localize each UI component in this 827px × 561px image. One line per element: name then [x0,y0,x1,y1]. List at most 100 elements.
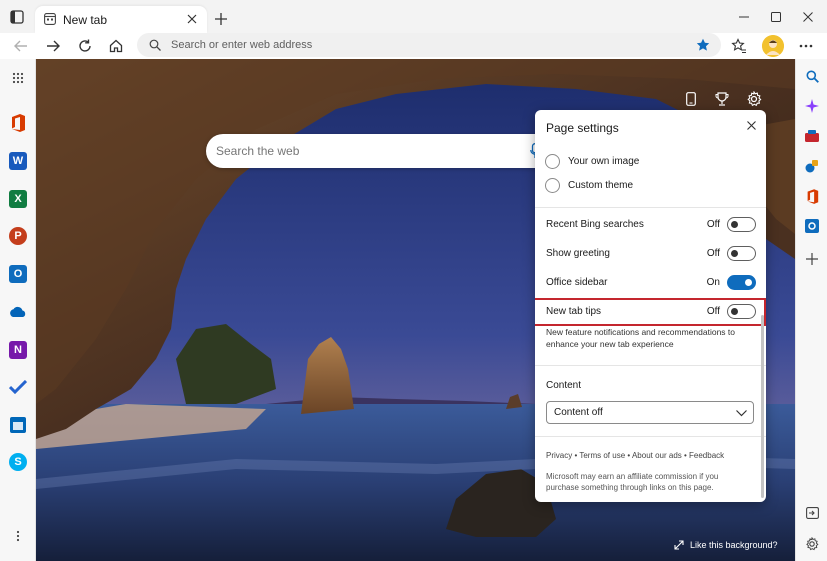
refresh-button[interactable] [73,34,97,58]
radio-your-own-image[interactable]: Your own image [545,154,639,169]
rewards-trophy-icon[interactable] [712,89,732,109]
like-background-link[interactable]: Like this background? [674,540,778,550]
toggle-label: Office sidebar [546,277,608,288]
outlook-tile: O [9,265,27,283]
toolbar [0,33,827,59]
toggle-row-show-greeting: Show greeting Off [546,245,756,263]
more-apps-icon[interactable] [7,525,29,547]
favorite-star-icon[interactable] [695,37,711,53]
web-search-box[interactable] [206,134,552,168]
app-launcher-icon[interactable] [7,67,29,89]
maximize-button[interactable] [762,6,790,28]
office-icon[interactable] [802,186,822,206]
office-sidebar-toggle[interactable] [727,275,756,290]
panel-scroll-area: Your own image Custom theme Recent Bing … [535,140,766,502]
outlook-icon[interactable] [802,216,822,236]
content-heading: Content [546,380,582,391]
tips-description: New feature notifications and recommenda… [546,327,735,349]
close-window-button[interactable] [794,6,822,28]
forward-button[interactable] [41,34,65,58]
tools-icon[interactable] [802,156,822,176]
toggle-label: Show greeting [546,248,610,259]
expand-icon [674,540,684,550]
radio-button[interactable] [545,154,560,169]
content-dropdown-value: Content off [554,407,603,418]
footer-links: Privacy • Terms of use • About our ads •… [546,451,725,460]
skype-app-icon[interactable]: S [7,451,29,473]
favorites-button[interactable] [727,34,751,58]
store-app-icon[interactable] [7,414,29,436]
web-search-input[interactable] [216,140,516,162]
radio-button[interactable] [545,178,560,193]
search-icon [148,38,162,52]
panel-scrollbar[interactable] [761,315,764,498]
show-greeting-toggle[interactable] [727,246,756,261]
toggle-label: Recent Bing searches [546,219,644,230]
new-tab-page-icon [43,12,57,26]
office-sidebar: W X P O N S [0,59,36,561]
address-bar[interactable] [137,33,721,57]
minimize-button[interactable] [730,6,758,28]
skype-tile: S [9,453,27,471]
excel-tile: X [9,190,27,208]
close-icon[interactable] [744,118,758,132]
panel-title: Page settings [546,121,619,135]
edge-sidebar [795,59,827,561]
divider [535,436,766,437]
toggle-label: New tab tips [546,306,602,317]
sidebar-settings-icon[interactable] [802,534,822,554]
powerpoint-tile: P [9,227,27,245]
word-app-icon[interactable]: W [7,150,29,172]
feedback-link[interactable]: Feedback [689,451,724,460]
toggle-row-recent-bing-searches: Recent Bing searches Off [546,216,756,234]
onenote-tile: N [9,341,27,359]
page-settings-panel: Page settings Your own image Custom them… [535,110,766,502]
divider [535,365,766,366]
onedrive-app-icon[interactable] [7,301,29,323]
like-background-label: Like this background? [690,540,778,550]
chevron-down-icon [735,408,747,418]
toggle-state: Off [706,219,720,230]
outlook-app-icon[interactable]: O [7,263,29,285]
close-tab-icon[interactable] [184,11,200,27]
todo-app-icon[interactable] [7,376,29,398]
more-options-button[interactable] [794,34,818,58]
new-tab-tips-toggle[interactable] [727,304,756,319]
search-icon[interactable] [802,66,822,86]
office-app-icon[interactable] [7,112,29,134]
title-bar: New tab [0,0,827,33]
recent-bing-searches-toggle[interactable] [727,217,756,232]
onenote-app-icon[interactable]: N [7,339,29,361]
affiliate-note: Microsoft may earn an affiliate commissi… [546,472,719,492]
home-button[interactable] [104,34,128,58]
settings-gear-icon[interactable] [744,89,764,109]
new-tab-button[interactable] [211,9,231,29]
about-our-ads-link[interactable]: About our ads [632,451,682,460]
radio-custom-theme[interactable]: Custom theme [545,178,633,193]
toggle-state: Off [706,306,720,317]
mobile-app-icon[interactable] [681,89,701,109]
profile-avatar[interactable] [762,35,784,57]
radio-label: Custom theme [568,180,634,191]
radio-label: Your own image [568,156,640,167]
tab-title: New tab [63,13,108,27]
shopping-icon[interactable] [802,126,822,146]
terms-of-use-link[interactable]: Terms of use [579,451,625,460]
content-dropdown[interactable]: Content off [546,401,754,424]
toggle-row-office-sidebar: Office sidebar On [546,274,756,292]
tab-new-tab[interactable]: New tab [35,6,207,33]
word-tile: W [9,152,27,170]
tab-actions-icon[interactable] [8,8,26,26]
back-button[interactable] [9,34,33,58]
address-input[interactable] [171,35,671,55]
toggle-state: On [706,277,720,288]
divider [535,207,766,208]
add-icon[interactable] [802,249,822,269]
toggle-state: Off [706,248,720,259]
excel-app-icon[interactable]: X [7,188,29,210]
copilot-sparkle-icon[interactable] [802,96,822,116]
privacy-link[interactable]: Privacy [546,451,572,460]
hide-sidebar-icon[interactable] [802,503,822,523]
toggle-row-new-tab-tips: New tab tips Off [546,303,756,321]
powerpoint-app-icon[interactable]: P [7,225,29,247]
